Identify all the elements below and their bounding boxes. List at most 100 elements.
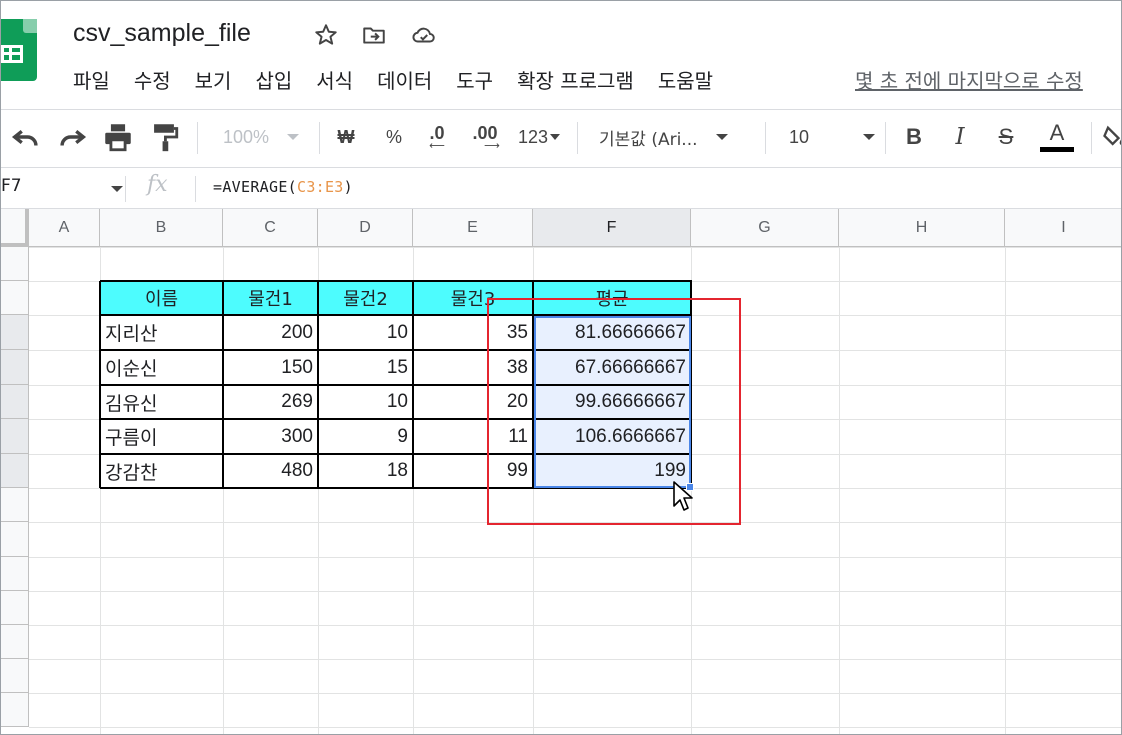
table-header-cell[interactable]: 물건1 [223,281,318,315]
value-cell[interactable]: 200 [223,315,318,350]
increase-decimal-button[interactable]: .00 ⟶ [465,120,505,154]
value-cell[interactable]: 15 [318,350,413,385]
decrease-decimal-button[interactable]: .0 ⟵ [419,120,455,154]
text-color-swatch [1040,147,1074,152]
more-formats-button[interactable]: 123 [511,120,567,154]
italic-button[interactable]: I [945,120,975,154]
cloud-saved-icon[interactable] [411,21,437,49]
name-cell[interactable]: 지리산 [100,315,223,350]
currency-format-button[interactable]: ₩ [331,120,361,154]
star-icon[interactable] [313,21,339,49]
column-header-e[interactable]: E [413,209,533,247]
row-header[interactable] [1,557,29,591]
menu-edit[interactable]: 수정 [134,65,171,95]
menu-insert[interactable]: 삽입 [255,65,292,95]
name-cell[interactable]: 이순신 [100,350,223,385]
value-cell[interactable]: 10 [318,315,413,350]
menu-format[interactable]: 서식 [316,65,353,95]
average-cell[interactable]: 99.66666667 [533,385,691,419]
column-header-f[interactable]: F [533,209,691,247]
name-cell[interactable]: 강감찬 [100,454,223,488]
paint-format-icon[interactable] [147,120,181,154]
value-cell[interactable]: 35 [413,315,533,350]
column-header-i[interactable]: I [1005,209,1121,247]
value-cell[interactable]: 20 [413,385,533,419]
value-cell[interactable]: 150 [223,350,318,385]
value-cell[interactable]: 480 [223,454,318,488]
formula-suffix: ) [343,178,353,196]
column-header-g[interactable]: G [691,209,839,247]
formula-input[interactable]: =AVERAGE(C3:E3) [213,178,353,196]
row-header[interactable] [1,488,29,522]
text-color-button[interactable]: A [1039,120,1075,154]
row-header[interactable] [1,281,29,315]
value-cell[interactable]: 9 [318,419,413,454]
value-cell[interactable]: 18 [318,454,413,488]
menu-help[interactable]: 도움말 [658,65,713,95]
average-cell[interactable]: 67.66666667 [533,350,691,385]
row-header[interactable] [1,522,29,557]
table-header-cell[interactable]: 물건3 [413,281,533,315]
menu-view[interactable]: 보기 [195,65,232,95]
gridline-vertical [839,247,840,734]
row-header[interactable] [1,591,29,625]
table-header-cell[interactable]: 평균 [533,281,691,315]
bold-button[interactable]: B [899,120,929,154]
fill-color-icon[interactable] [1101,120,1122,154]
row-header[interactable] [1,693,29,727]
row-header[interactable] [1,350,29,385]
last-edit-link[interactable]: 몇 초 전에 마지막으로 수정 [855,65,1083,94]
value-cell[interactable]: 10 [318,385,413,419]
average-cell[interactable]: 199 [533,454,691,488]
move-to-folder-icon[interactable] [361,21,387,49]
row-header[interactable] [1,659,29,693]
undo-icon[interactable] [9,120,43,154]
menu-file[interactable]: 파일 [73,65,110,95]
row-header[interactable] [1,454,29,488]
value-cell[interactable]: 11 [413,419,533,454]
table-header-cell[interactable]: 이름 [100,281,223,315]
table-border-vertical [317,281,319,488]
text-color-label: A [1049,120,1065,145]
average-cell[interactable]: 106.6666667 [533,419,691,454]
print-icon[interactable] [101,120,135,154]
row-header[interactable] [1,419,29,454]
column-header-d[interactable]: D [318,209,413,247]
redo-icon[interactable] [55,120,89,154]
name-cell[interactable]: 구름이 [100,419,223,454]
sheets-logo-icon[interactable] [1,19,37,81]
average-cell[interactable]: 81.66666667 [533,315,691,350]
chevron-down-icon[interactable] [111,186,123,192]
name-box[interactable]: F7 [1,176,22,196]
column-header-c[interactable]: C [223,209,318,247]
menu-data[interactable]: 데이터 [377,65,432,95]
value-cell[interactable]: 99 [413,454,533,488]
font-family-select[interactable]: 기본값 (Ari... [599,120,755,154]
column-header-b[interactable]: B [100,209,223,247]
row-header[interactable] [1,315,29,350]
font-family-value: 기본값 (Ari... [599,129,698,150]
table-header-cell[interactable]: 물건2 [318,281,413,315]
row-header[interactable] [1,385,29,419]
menu-bar: 파일 수정 보기 삽입 서식 데이터 도구 확장 프로그램 도움말 [73,65,737,95]
select-all-corner[interactable] [1,209,29,247]
percent-format-button[interactable]: % [379,120,409,154]
value-cell[interactable]: 269 [223,385,318,419]
zoom-select[interactable]: 100% [211,120,311,154]
column-header-a[interactable]: A [29,209,100,247]
name-cell[interactable]: 김유신 [100,385,223,419]
value-cell[interactable]: 300 [223,419,318,454]
column-header-h[interactable]: H [839,209,1005,247]
font-size-select[interactable]: 10 [781,120,875,154]
document-title[interactable]: csv_sample_file [73,19,251,48]
table-border-vertical [532,281,534,488]
row-header[interactable] [1,247,29,281]
row-header[interactable] [1,625,29,659]
gridline-horizontal [29,247,1121,248]
formula-bar: F7 fx =AVERAGE(C3:E3) [1,167,1121,209]
value-cell[interactable]: 38 [413,350,533,385]
menu-extensions[interactable]: 확장 프로그램 [517,65,634,95]
strikethrough-button[interactable]: S [991,120,1021,154]
menu-tools[interactable]: 도구 [456,65,493,95]
chevron-down-icon [550,134,561,140]
